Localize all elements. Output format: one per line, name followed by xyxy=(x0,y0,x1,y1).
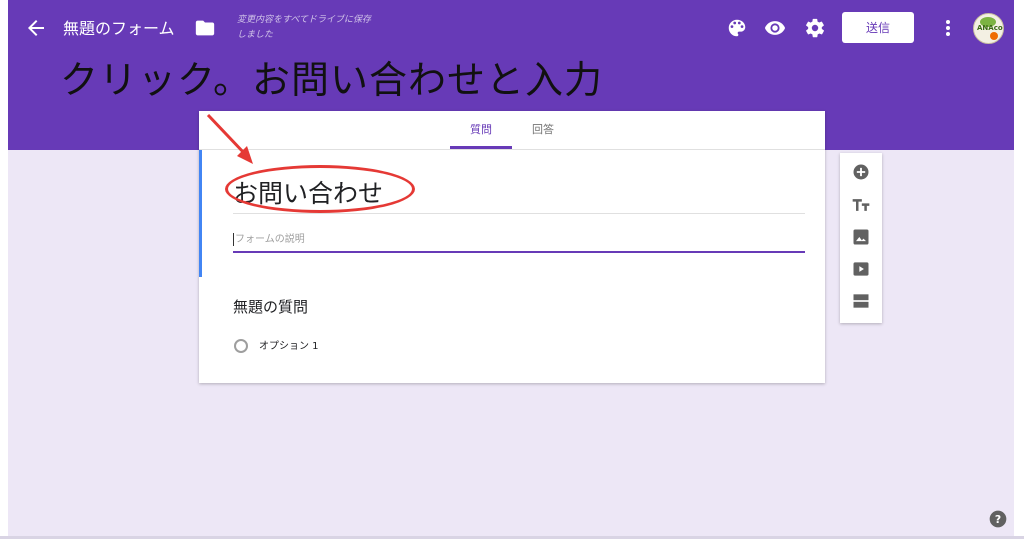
tab-questions[interactable]: 質問 xyxy=(470,123,492,137)
save-status: 変更内容をすべてドライブに保存しました xyxy=(237,15,372,40)
folder-icon[interactable] xyxy=(194,17,216,39)
annotation-instruction: クリック。お問い合わせと入力 xyxy=(60,58,603,102)
option-1-label[interactable]: オプション 1 xyxy=(259,340,319,353)
side-toolbar xyxy=(840,153,882,323)
form-title[interactable]: 無題のフォーム xyxy=(63,18,175,40)
avatar-label: ANAco xyxy=(977,24,1003,32)
add-video-icon[interactable] xyxy=(851,259,871,279)
annotation-circle xyxy=(225,165,415,213)
screen-edge-left xyxy=(0,0,8,539)
question-title[interactable]: 無題の質問 xyxy=(233,297,308,317)
form-description-input[interactable]: フォームの説明 xyxy=(233,229,805,253)
text-caret xyxy=(233,233,234,246)
top-app-bar: 無題のフォーム 変更内容をすべてドライブに保存しました 送信 ANAco xyxy=(8,0,1014,60)
tab-bar: 質問 回答 xyxy=(199,111,825,150)
help-icon[interactable]: ? xyxy=(988,509,1008,529)
annotation-arrow-icon xyxy=(205,112,265,172)
avatar[interactable]: ANAco xyxy=(973,13,1004,44)
description-placeholder: フォームの説明 xyxy=(235,234,305,245)
back-arrow-icon[interactable] xyxy=(24,16,48,40)
send-button[interactable]: 送信 xyxy=(842,12,914,43)
form-card: 質問 回答 お問い合わせ フォームの説明 無題の質問 オプション 1 xyxy=(199,111,825,383)
palette-icon[interactable] xyxy=(726,17,748,39)
tab-answers[interactable]: 回答 xyxy=(532,123,554,137)
add-image-icon[interactable] xyxy=(851,227,871,247)
radio-option-1[interactable] xyxy=(234,339,248,353)
active-tab-indicator xyxy=(450,146,512,149)
gear-icon[interactable] xyxy=(804,17,826,39)
more-vert-icon[interactable] xyxy=(938,17,958,39)
focus-indicator xyxy=(199,150,202,277)
add-title-icon[interactable] xyxy=(851,195,871,215)
add-section-icon[interactable] xyxy=(851,291,871,311)
eye-icon[interactable] xyxy=(764,17,786,39)
svg-text:?: ? xyxy=(995,513,1001,526)
screen-edge-right xyxy=(1014,0,1024,539)
add-question-icon[interactable] xyxy=(851,162,871,182)
